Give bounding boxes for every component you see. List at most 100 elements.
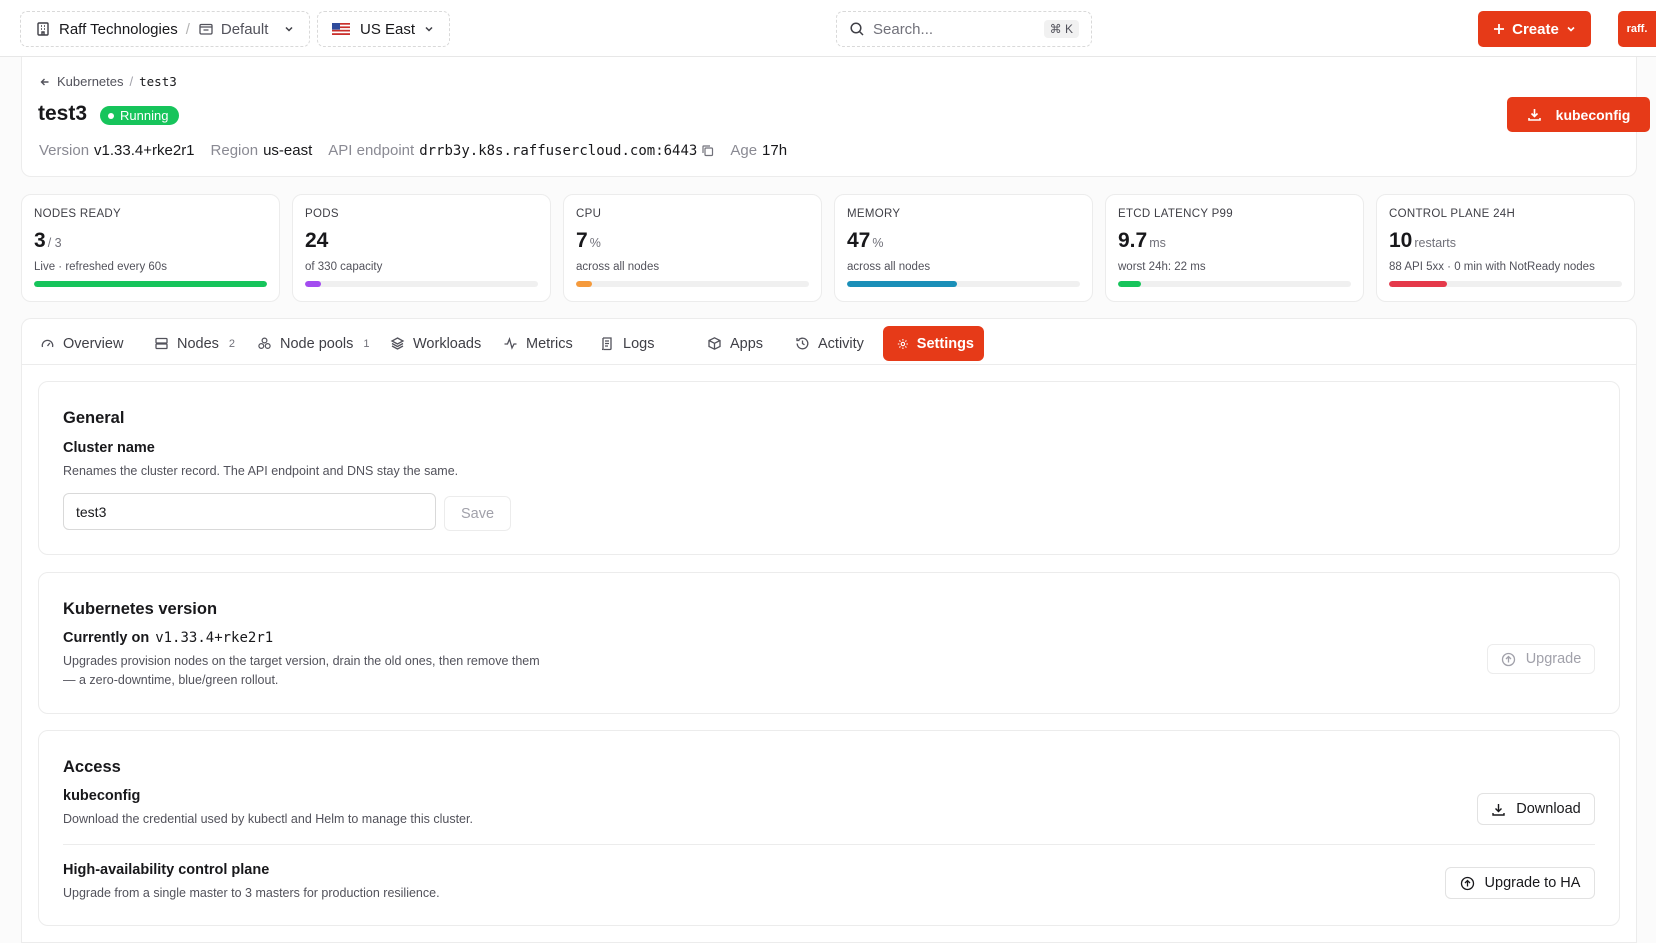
stat-label: ETCD LATENCY P99 <box>1118 208 1233 220</box>
kubernetes-version-section: Kubernetes version Currently on v1.33.4+… <box>38 572 1620 714</box>
region-label: Region <box>210 142 259 159</box>
section-heading: Kubernetes version <box>63 600 218 618</box>
tab-label: Nodes <box>177 335 219 352</box>
tab-label: Node pools <box>280 335 354 352</box>
stat-progress-track <box>305 281 538 287</box>
kubeconfig-label: kubeconfig <box>1555 106 1631 123</box>
status-dot <box>108 112 114 119</box>
layers-icon <box>390 337 405 350</box>
tab-activity[interactable]: Activity <box>785 326 874 361</box>
create-button[interactable]: Create <box>1478 11 1591 47</box>
stat-number: 10 <box>1389 229 1413 252</box>
tab-metrics[interactable]: Metrics <box>493 326 583 361</box>
tab-nodes[interactable]: Nodes 2 <box>144 326 245 361</box>
stat-subtext: across all nodes <box>847 261 931 273</box>
search-input[interactable]: Search... ⌘ K <box>836 11 1092 47</box>
download-button[interactable]: Download <box>1477 793 1595 825</box>
stat-progress-track <box>34 281 267 287</box>
region-name: US East <box>360 20 416 38</box>
stat-card: NODES READY 3/ 3 Live · refreshed every 60… <box>21 194 280 302</box>
stat-card: PODS 24 of 330 capacity <box>292 194 551 302</box>
stat-progress-fill <box>576 281 593 287</box>
tab-label: Workloads <box>413 335 482 352</box>
version-description: Upgrades provision nodes on the target v… <box>63 652 540 690</box>
stat-number: 24 <box>305 229 329 252</box>
stat-progress-fill <box>1118 281 1142 287</box>
project-name: Default <box>220 20 269 38</box>
package-icon <box>708 337 721 350</box>
chevron-down-icon <box>425 26 433 32</box>
version-label: Version <box>39 142 90 159</box>
stat-subtext: worst 24h: 22 ms <box>1118 261 1206 273</box>
tab-label: Logs <box>623 335 655 352</box>
tab-workloads[interactable]: Workloads <box>380 326 491 361</box>
cluster-name-input[interactable] <box>63 493 436 530</box>
stat-card: CPU 7% across all nodes <box>563 194 822 302</box>
cluster-meta: Version v1.33.4+rke2r1 Region us-east AP… <box>39 142 803 159</box>
stat-unit: ms <box>1149 236 1166 250</box>
stat-label: CPU <box>576 208 602 220</box>
kubeconfig-button[interactable]: kubeconfig <box>1507 97 1650 132</box>
chevron-down-icon <box>1567 26 1575 32</box>
stat-number: 7 <box>576 229 588 252</box>
stat-value: 47% <box>847 229 1080 255</box>
stat-progress-fill <box>847 281 957 287</box>
breadcrumb-separator: / <box>129 74 134 89</box>
plus-icon <box>1494 24 1505 34</box>
stat-progress-fill <box>305 281 322 287</box>
search-icon <box>850 22 864 36</box>
tab-label: Settings <box>916 335 974 352</box>
create-label: Create <box>1512 20 1559 38</box>
breadcrumb-separator: / <box>185 20 190 38</box>
status-text: Running <box>120 108 169 123</box>
tab-overview[interactable]: Overview <box>30 326 133 361</box>
ha-title: High-availability control plane <box>63 862 270 878</box>
user-avatar-logo[interactable]: raff. <box>1618 11 1656 47</box>
save-button[interactable]: Save <box>444 496 511 531</box>
tab-logs[interactable]: Logs <box>590 326 664 361</box>
stat-unit: / 3 <box>47 236 62 250</box>
current-version-value: v1.33.4+rke2r1 <box>155 630 274 646</box>
stat-value: 10 restarts <box>1389 229 1622 255</box>
tab-count: 1 <box>363 337 370 350</box>
access-section: Access kubeconfig Download the credentia… <box>38 730 1620 926</box>
cluster-header: Kubernetes / test3 test3 Running Version… <box>21 57 1650 177</box>
breadcrumb-current: test3 <box>139 74 177 89</box>
boxes-icon <box>258 337 271 350</box>
general-section: General Cluster name Renames the cluster… <box>38 381 1620 555</box>
chevron-down-icon <box>285 26 293 32</box>
upgrade-to-ha-button[interactable]: Upgrade to HA <box>1445 867 1595 899</box>
stat-progress-track <box>1118 281 1351 287</box>
tab-label: Apps <box>730 335 764 352</box>
tab-count: 2 <box>228 337 236 350</box>
current-version: Currently on v1.33.4+rke2r1 <box>63 630 273 646</box>
region-switcher[interactable]: US East <box>317 11 450 47</box>
upgrade-button[interactable]: Upgrade <box>1487 644 1595 674</box>
org-name: Raff Technologies <box>59 20 178 38</box>
stat-subtext: 88 API 5xx · 0 min with NotReady nodes <box>1389 261 1595 273</box>
field-title: Cluster name <box>63 440 155 456</box>
download-icon <box>1527 109 1541 121</box>
gear-icon <box>897 338 908 349</box>
breadcrumb-parent-link[interactable]: Kubernetes <box>57 74 124 89</box>
tab-settings[interactable]: Settings <box>883 326 984 361</box>
tab-label: Overview <box>63 335 124 352</box>
building-icon <box>37 22 49 36</box>
org-project-switcher[interactable]: Raff Technologies / Default <box>20 11 310 47</box>
tab-label: Metrics <box>526 335 573 352</box>
arrow-left-icon <box>40 78 49 85</box>
scroll-text-icon <box>601 337 612 351</box>
stat-label: PODS <box>305 208 339 220</box>
upgrade-label: Upgrade <box>1525 651 1582 667</box>
section-heading: Access <box>63 758 121 776</box>
arrow-up-circle-icon <box>1501 652 1515 666</box>
tab-apps[interactable]: Apps <box>697 326 773 361</box>
tab-node-pools[interactable]: Node pools 1 <box>247 326 379 361</box>
copy-icon[interactable] <box>701 144 714 157</box>
download-icon <box>1492 803 1505 816</box>
tab-bar: Overview Nodes 2 Node pools 1 Workloads … <box>21 318 1637 365</box>
stat-value: 9.7 ms <box>1118 229 1351 255</box>
stat-progress-track <box>847 281 1080 287</box>
stat-label: CONTROL PLANE 24H <box>1389 208 1516 220</box>
stat-subtext: across all nodes <box>576 261 660 273</box>
